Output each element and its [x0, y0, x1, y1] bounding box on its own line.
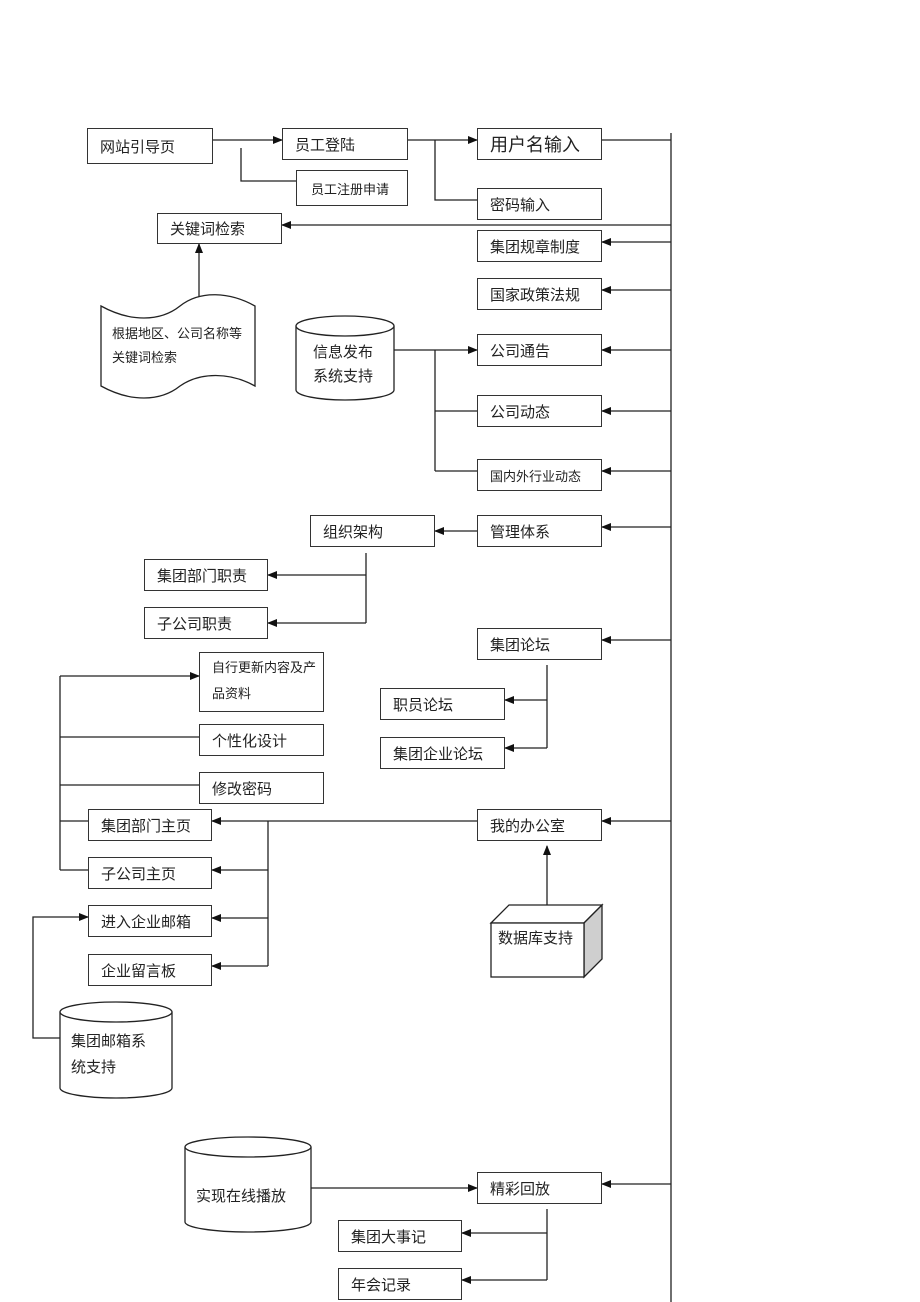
node-company-news[interactable]: 公司动态 — [477, 395, 602, 427]
node-guide-page[interactable]: 网站引导页 — [87, 128, 213, 164]
online-play-cylinder — [184, 1136, 312, 1233]
node-group-forum[interactable]: 集团论坛 — [477, 628, 602, 660]
node-my-office[interactable]: 我的办公室 — [477, 809, 602, 841]
node-personalize[interactable]: 个性化设计 — [199, 724, 324, 756]
node-enter-mailbox[interactable]: 进入企业邮箱 — [88, 905, 212, 937]
node-self-update[interactable]: 自行更新内容及产品资料 — [199, 652, 324, 712]
node-change-password[interactable]: 修改密码 — [199, 772, 324, 804]
node-keyword-search[interactable]: 关键词检索 — [157, 213, 282, 244]
node-highlights-replay[interactable]: 精彩回放 — [477, 1172, 602, 1204]
info-publish-label: 信息发布系统支持 — [313, 343, 374, 385]
node-group-events[interactable]: 集团大事记 — [338, 1220, 462, 1252]
connector-layer — [32, 133, 672, 1302]
node-industry-news[interactable]: 国内外行业动态 — [477, 459, 602, 491]
node-group-dept-home[interactable]: 集团部门主页 — [88, 809, 212, 841]
node-annual-meeting[interactable]: 年会记录 — [338, 1268, 462, 1300]
node-staff-login[interactable]: 员工登陆 — [282, 128, 408, 160]
search-note-label: 根据地区、公司名称等关键词检索 — [112, 327, 243, 366]
database-label: 数据库支持 — [498, 929, 574, 947]
node-username-input[interactable]: 用户名输入 — [477, 128, 602, 160]
node-password-input[interactable]: 密码输入 — [477, 188, 602, 220]
node-enterprise-forum[interactable]: 集团企业论坛 — [380, 737, 505, 769]
online-play-label: 实现在线播放 — [196, 1187, 287, 1205]
node-staff-register[interactable]: 员工注册申请 — [296, 170, 408, 206]
mail-system-label: 集团邮箱系统支持 — [71, 1032, 147, 1076]
edge-login-to-password — [434, 140, 477, 201]
node-org-structure[interactable]: 组织架构 — [310, 515, 435, 547]
flowchart-canvas: 网站引导页 员工登陆 员工注册申请 用户名输入 密码输入 关键词检索 集团规章制… — [0, 0, 920, 1302]
node-subsidiary-duties[interactable]: 子公司职责 — [144, 607, 268, 639]
node-staff-forum[interactable]: 职员论坛 — [380, 688, 505, 720]
node-management-system[interactable]: 管理体系 — [477, 515, 602, 547]
node-company-notice[interactable]: 公司通告 — [477, 334, 602, 366]
node-subsidiary-home[interactable]: 子公司主页 — [88, 857, 212, 889]
node-national-policy[interactable]: 国家政策法规 — [477, 278, 602, 310]
node-group-rules[interactable]: 集团规章制度 — [477, 230, 602, 262]
node-group-dept-duties[interactable]: 集团部门职责 — [144, 559, 268, 591]
node-message-board[interactable]: 企业留言板 — [88, 954, 212, 986]
